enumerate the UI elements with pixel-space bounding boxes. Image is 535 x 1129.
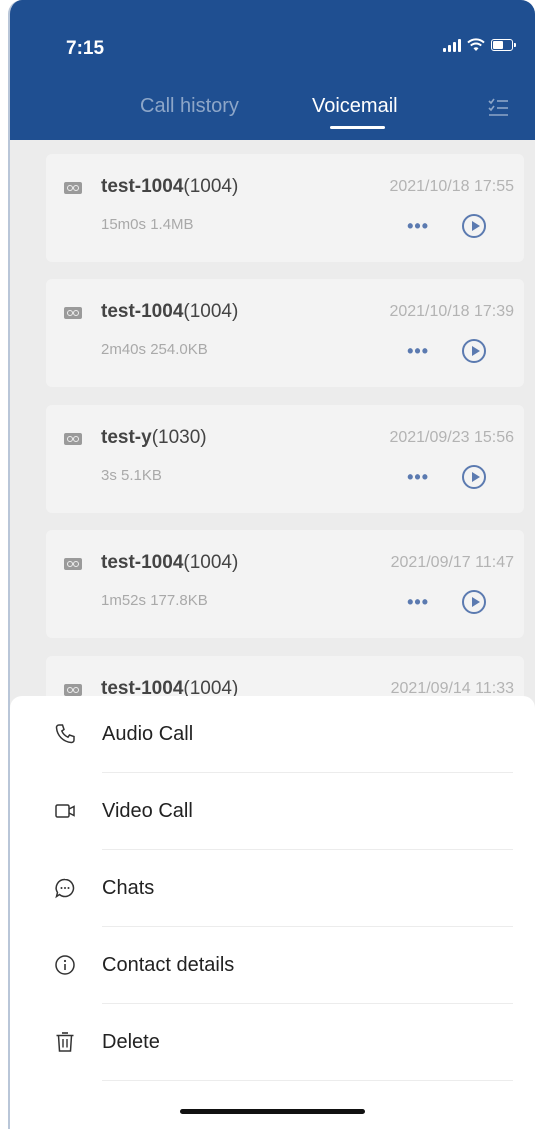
delete-option[interactable]: Delete: [10, 1004, 535, 1081]
audio-call-label: Audio Call: [102, 723, 194, 745]
play-icon[interactable]: [462, 214, 486, 238]
action-sheet: Audio Call Video Call Chats Contact deta…: [10, 696, 535, 1129]
voicemail-date: 2021/10/18 17:55: [389, 178, 514, 195]
battery-icon: [491, 39, 516, 51]
voicemail-icon: [64, 558, 82, 570]
voicemail-icon: [64, 182, 82, 194]
video-icon: [55, 804, 75, 818]
voicemail-meta: 3s 5.1KB: [101, 467, 162, 484]
voicemail-meta: 1m52s 177.8KB: [101, 592, 208, 609]
voicemail-item[interactable]: test-1004(1004) 2m40s 254.0KB 2021/10/18…: [46, 279, 524, 387]
multi-select-icon[interactable]: [487, 96, 509, 118]
more-icon[interactable]: •••: [407, 216, 429, 237]
app-header: 7:15 Call history Voicemail: [10, 0, 535, 140]
voicemail-meta: 2m40s 254.0KB: [101, 341, 208, 358]
audio-call-option[interactable]: Audio Call: [10, 696, 535, 773]
voicemail-icon: [64, 684, 82, 696]
status-time: 7:15: [66, 38, 105, 59]
voicemail-date: 2021/09/17 11:47: [390, 554, 514, 571]
voicemail-name: test-1004(1004): [101, 552, 239, 573]
play-icon[interactable]: [462, 339, 486, 363]
voicemail-meta: 15m0s 1.4MB: [101, 216, 194, 233]
more-icon[interactable]: •••: [407, 592, 429, 613]
chats-label: Chats: [102, 877, 155, 899]
phone-screen: 7:15 Call history Voicemail test-1004(10…: [8, 0, 535, 1129]
voicemail-item[interactable]: test-1004(1004) 15m0s 1.4MB 2021/10/18 1…: [46, 154, 524, 262]
video-call-label: Video Call: [102, 800, 193, 822]
wifi-icon: [467, 38, 485, 51]
more-icon[interactable]: •••: [407, 341, 429, 362]
voicemail-date: 2021/10/18 17:39: [389, 303, 514, 320]
divider: [102, 1080, 513, 1081]
voicemail-item[interactable]: test-y(1030) 3s 5.1KB 2021/09/23 15:56 •…: [46, 405, 524, 513]
signal-icon: [443, 38, 461, 52]
voicemail-date: 2021/09/23 15:56: [389, 429, 514, 446]
play-icon[interactable]: [462, 590, 486, 614]
home-indicator[interactable]: [180, 1109, 365, 1114]
phone-icon: [55, 724, 75, 744]
voicemail-name: test-1004(1004): [101, 301, 239, 322]
voicemail-icon: [64, 307, 82, 319]
tab-voicemail[interactable]: Voicemail: [312, 95, 398, 118]
active-tab-indicator: [330, 126, 385, 129]
video-call-option[interactable]: Video Call: [10, 773, 535, 850]
voicemail-name: test-1004(1004): [101, 176, 239, 197]
play-icon[interactable]: [462, 465, 486, 489]
voicemail-name: test-y(1030): [101, 427, 207, 448]
contact-details-label: Contact details: [102, 954, 235, 976]
tab-call-history[interactable]: Call history: [140, 95, 239, 118]
more-icon[interactable]: •••: [407, 467, 429, 488]
voicemail-item[interactable]: test-1004(1004) 1m52s 177.8KB 2021/09/17…: [46, 530, 524, 638]
delete-label: Delete: [102, 1031, 160, 1053]
chats-option[interactable]: Chats: [10, 850, 535, 927]
trash-icon: [56, 1032, 74, 1052]
info-icon: [55, 955, 75, 975]
voicemail-icon: [64, 433, 82, 445]
chat-icon: [55, 878, 75, 899]
contact-details-option[interactable]: Contact details: [10, 927, 535, 1004]
status-icons: [443, 38, 516, 52]
